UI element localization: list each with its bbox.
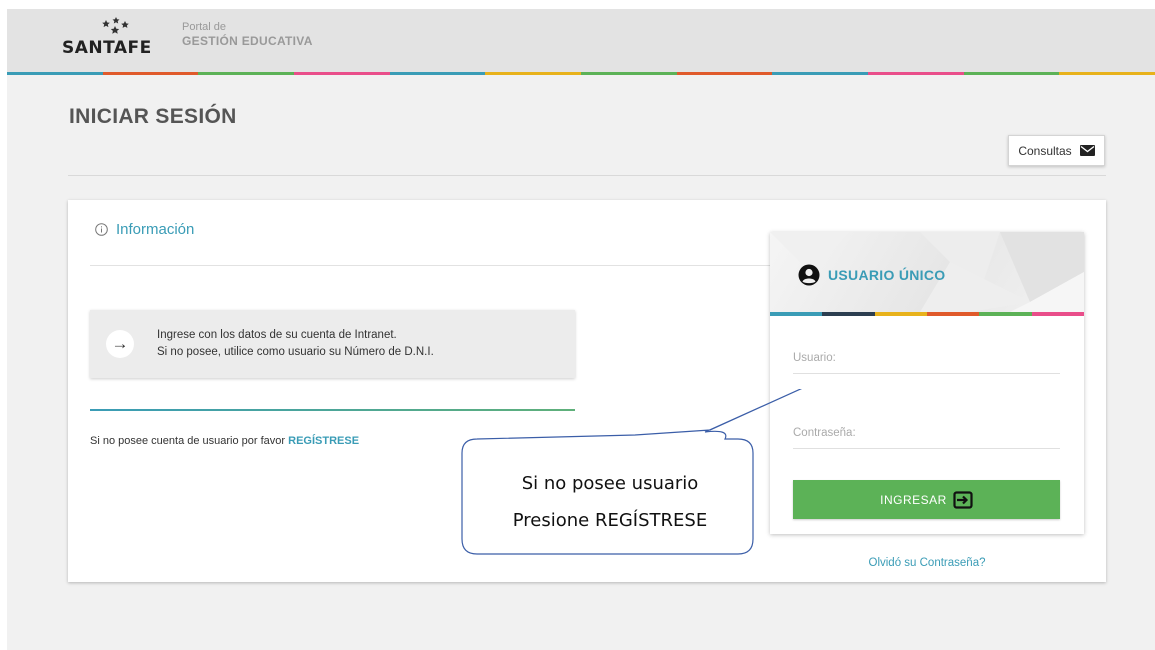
page-frame: SANTAFE Portal de GESTIÓN EDUCATIVA INIC…: [7, 9, 1155, 650]
stripe-segment: [485, 72, 581, 75]
stripe-segment: [1031, 312, 1084, 316]
info-heading: Información: [95, 221, 194, 238]
stripe-segment: [874, 312, 927, 316]
password-input[interactable]: [793, 419, 1060, 439]
stripe-segment: [389, 72, 486, 75]
login-panel: USUARIO ÚNICO INGRESAR: [770, 232, 1084, 534]
stars-icon: [102, 17, 129, 34]
portal-title: GESTIÓN EDUCATIVA: [182, 34, 313, 48]
callout-text: Si no posee usuario Presione REGÍSTRESE: [472, 465, 748, 539]
usuario-input[interactable]: [793, 344, 1060, 364]
info-line-1: Ingrese con los datos de su cuenta de In…: [157, 329, 397, 341]
stripe-segment: [580, 72, 677, 75]
ingresar-button[interactable]: INGRESAR: [793, 480, 1060, 519]
santafe-logo[interactable]: SANTAFE: [62, 16, 172, 66]
page-title: INICIAR SESIÓN: [69, 105, 237, 128]
site-header: SANTAFE Portal de GESTIÓN EDUCATIVA: [7, 9, 1155, 72]
login-panel-header: USUARIO ÚNICO: [770, 232, 1084, 312]
login-title-label: USUARIO ÚNICO: [828, 267, 946, 283]
title-divider: [68, 175, 1106, 176]
brand-wordmark: SANTAFE: [62, 38, 152, 58]
envelope-icon: [1079, 145, 1095, 156]
stripe-segment: [198, 72, 294, 75]
stripe-segment: [770, 312, 823, 316]
stripe-segment: [7, 72, 103, 75]
stripe-segment: [676, 72, 773, 75]
info-divider: [90, 265, 770, 266]
stripe-segment: [102, 72, 199, 75]
info-heading-label: Información: [116, 221, 195, 238]
consultas-button[interactable]: Consultas: [1008, 135, 1105, 166]
register-link[interactable]: REGÍSTRESE: [288, 435, 359, 447]
stripe-segment: [963, 72, 1060, 75]
ingresar-label: INGRESAR: [880, 492, 947, 507]
stripe-segment: [1059, 72, 1155, 75]
stripe-segment: [293, 72, 390, 75]
info-message-box: → Ingrese con los datos de su cuenta de …: [90, 310, 575, 378]
login-color-stripe: [770, 312, 1084, 316]
stripe-segment: [822, 312, 875, 316]
usuario-field[interactable]: [793, 344, 1060, 374]
stripe-segment: [926, 312, 980, 316]
stripe-segment: [772, 72, 868, 75]
stripe-segment: [867, 72, 964, 75]
login-title: USUARIO ÚNICO: [798, 264, 945, 286]
register-prompt: Si no posee cuenta de usuario por favor …: [90, 435, 359, 447]
info-icon: [95, 223, 108, 236]
callout-line-1: Si no posee usuario: [521, 473, 699, 494]
register-prefix: Si no posee cuenta de usuario por favor: [90, 435, 286, 447]
consultas-label: Consultas: [1018, 143, 1072, 158]
arrow-right-icon: →: [106, 330, 134, 358]
user-circle-icon: [798, 264, 820, 286]
forgot-password-link[interactable]: Olvidó su Contraseña?: [770, 557, 1084, 569]
info-message: Ingrese con los datos de su cuenta de In…: [157, 327, 434, 361]
password-field[interactable]: [793, 419, 1060, 449]
info-line-2: Si no posee, utilice como usuario su Núm…: [157, 346, 434, 358]
header-color-stripe: [7, 72, 1155, 75]
sign-in-icon: [953, 490, 973, 509]
callout-line-2: Presione REGÍSTRESE: [512, 510, 708, 531]
portal-subtitle: Portal de: [182, 21, 227, 33]
stripe-segment: [979, 312, 1032, 316]
